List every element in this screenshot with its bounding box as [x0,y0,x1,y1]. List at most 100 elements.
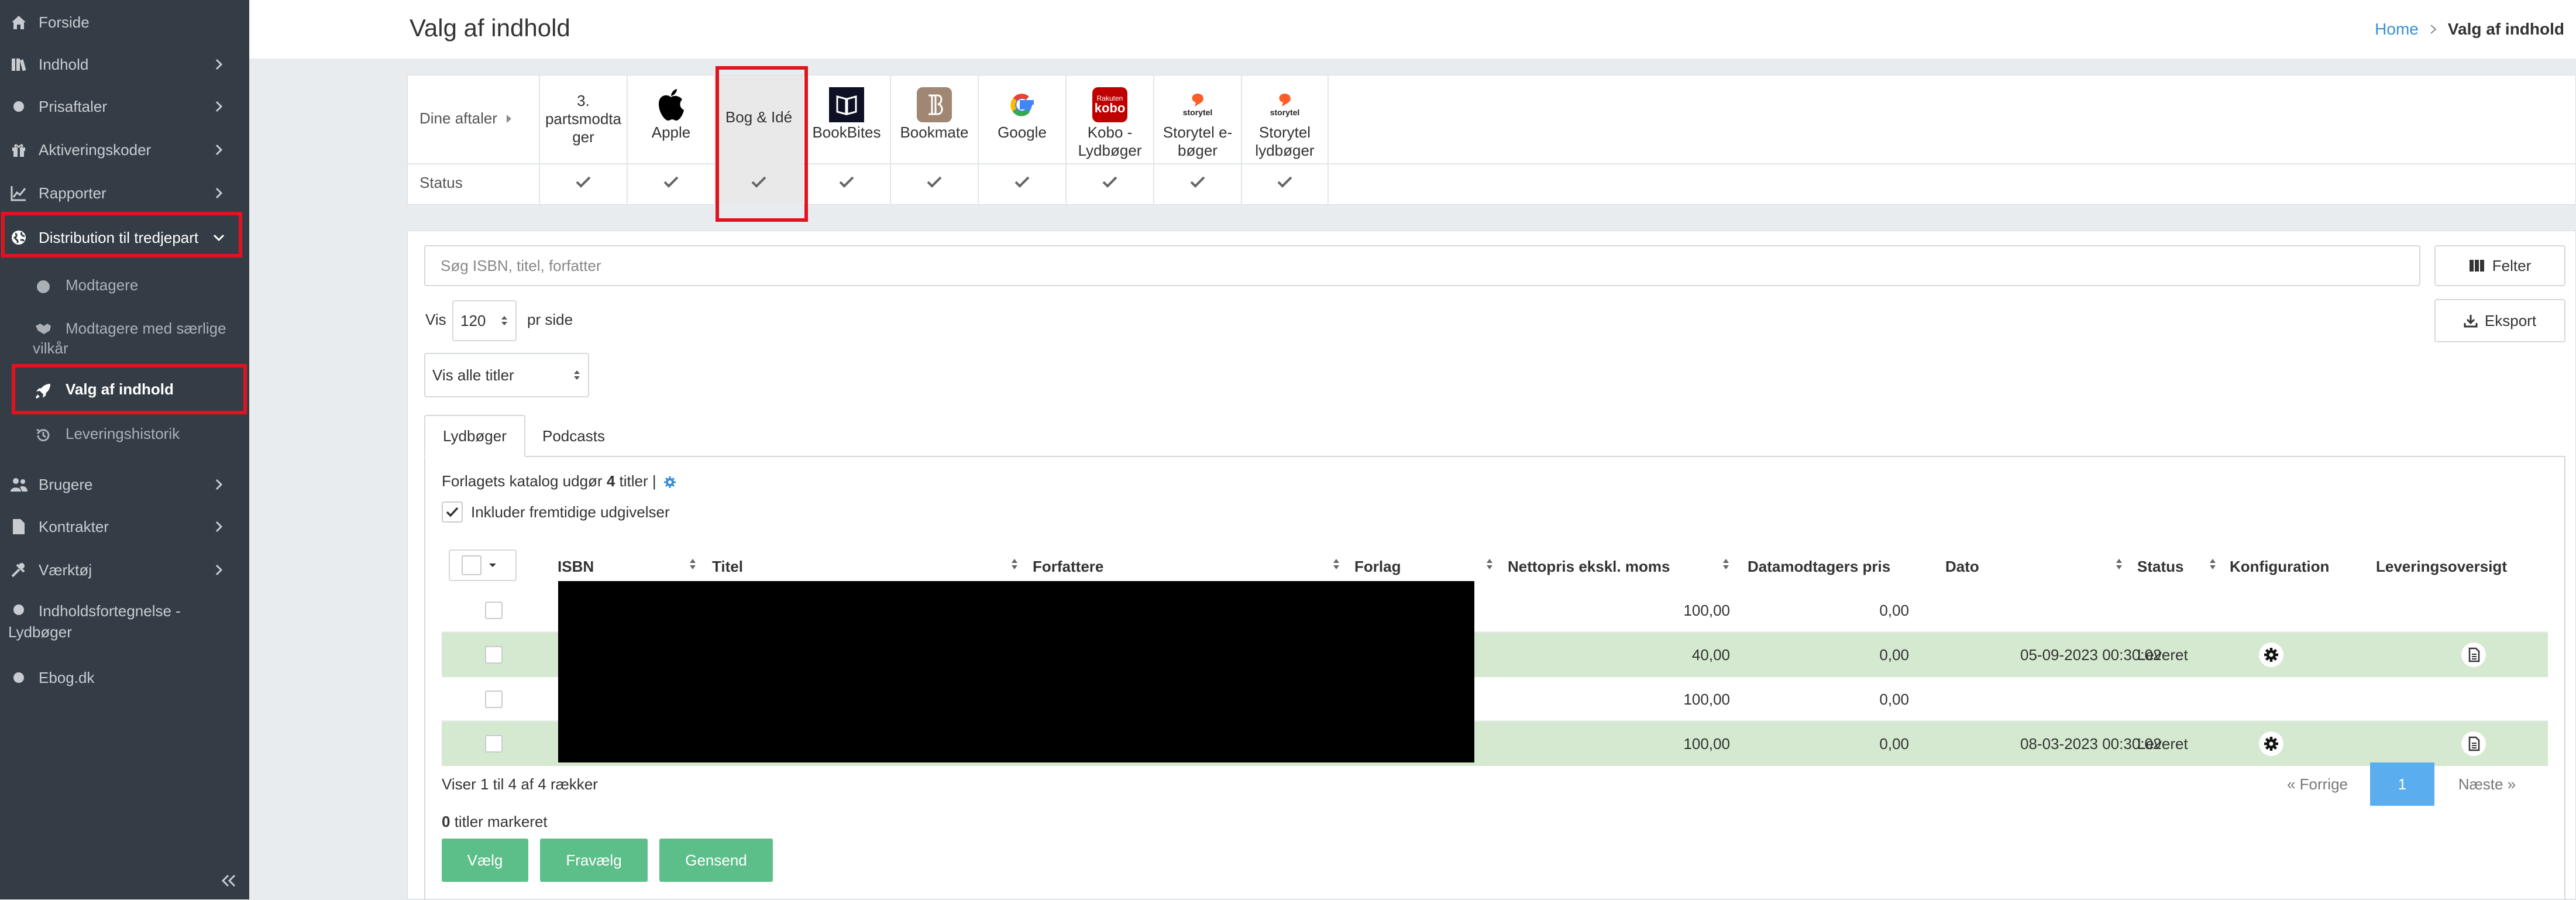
circle-icon [8,667,29,688]
felter-button[interactable]: Felter [2434,245,2565,286]
sidebar-subitem-saerlige-vilkaar[interactable]: Modtagere med særlige vilkår [0,318,249,358]
circle-icon [8,600,29,621]
sidebar-item-forside[interactable]: Forside [0,5,249,40]
col-header-nettopris[interactable]: Nettopris ekskl. moms [1508,558,1670,576]
delivery-overview-button[interactable] [2455,633,2492,677]
chevron-right-icon [215,59,223,70]
pager-page-1[interactable]: 1 [2370,762,2434,806]
include-future-checkbox[interactable]: Inkluder fremtidige udgivelser [442,501,670,523]
per-page-select[interactable]: 120 [452,300,517,341]
col-header-status[interactable]: Status [2137,558,2183,576]
marked-info: 0 titler markeret [442,813,548,831]
sidebar-item-ebog[interactable]: Ebog.dk [0,660,249,695]
col-header-dato[interactable]: Dato [1945,558,1979,576]
gear-icon [2259,643,2283,667]
catalog-prefix: Forlagets katalog udgør [442,472,603,490]
col-header-isbn[interactable]: ISBN [558,558,594,576]
vaelg-button[interactable]: Vælg [442,839,528,882]
sort-arrows-icon[interactable] [1485,557,1494,572]
partner-column-bookbites[interactable]: BookBites [802,75,890,205]
col-header-forfattere[interactable]: Forfattere [1033,558,1103,576]
sort-arrows-icon[interactable] [689,557,697,572]
gear-icon[interactable] [663,475,677,489]
check-icon [628,175,714,193]
sort-arrows-icon[interactable] [2209,557,2217,572]
sort-arrows-icon[interactable] [1010,557,1019,572]
sidebar-subitem-modtagere[interactable]: Modtagere [0,276,249,297]
sidebar-item-indholdsfortegnelse[interactable]: Indholdsfortegnelse - Lydbøger [8,600,242,643]
gensend-button[interactable]: Gensend [659,839,773,882]
sidebar-item-rapporter[interactable]: Rapporter [0,176,249,211]
partner-column-storytel-lydboger[interactable]: storytel Storytel lydbøger [1241,75,1329,205]
partner-name: 3. partsmodta ger [540,92,627,146]
highlight-box-valg-af-indhold [12,364,247,414]
title-filter-select[interactable]: Vis alle titler [424,353,589,397]
sidebar-subitem-leveringshistorik[interactable]: Leveringshistorik [0,425,249,446]
eksport-button[interactable]: Eksport [2434,299,2565,342]
sort-arrows-icon[interactable] [2115,557,2123,572]
tools-icon [8,559,29,580]
row-checkbox[interactable] [485,602,503,619]
delivery-overview-button[interactable] [2455,722,2492,766]
row-checkbox[interactable] [485,735,503,753]
sidebar-item-label: Forside [39,13,90,31]
tab-podcasts[interactable]: Podcasts [525,415,622,457]
col-header-titel[interactable]: Titel [712,558,743,576]
sidebar-item-label: Indholdsfortegnelse - [39,602,181,620]
sidebar-item-indhold[interactable]: Indhold [0,47,249,82]
sort-arrows-icon [574,370,580,380]
sidebar-item-aktiveringskoder[interactable]: Aktiveringskoder [0,132,249,167]
breadcrumb: Home Valg af indhold [2375,20,2564,39]
col-header-forlag[interactable]: Forlag [1354,558,1401,576]
document-icon [2461,731,2486,756]
fravaelg-button[interactable]: Fravælg [540,839,648,882]
eksport-button-label: Eksport [2484,311,2537,329]
cell-status: Leveret [2137,645,2188,664]
check-icon [979,175,1065,193]
sidebar-item-label-line2: Lydbøger [8,623,72,641]
partner-column-bookmate[interactable]: Bookmate [890,75,978,205]
checkbox-checked-icon[interactable] [442,501,463,523]
partner-column-google[interactable]: Google [978,75,1065,205]
tab-lydboger[interactable]: Lydbøger [424,415,525,457]
storytel-logo-text: storytel [1270,108,1300,117]
partner-name-line: Storytel e- [1163,123,1233,141]
breadcrumb-home-link[interactable]: Home [2375,20,2419,39]
sidebar-item-prisaftaler[interactable]: Prisaftaler [0,89,249,124]
sort-arrows-icon[interactable] [1332,557,1340,572]
pager-previous[interactable]: « Forrige [2271,762,2364,806]
row-checkbox[interactable] [485,691,503,708]
row-checkbox[interactable] [485,646,503,664]
partner-name-line: lydbøger [1255,142,1315,159]
collapse-sidebar-icon[interactable] [216,872,240,889]
partner-column-apple[interactable]: Apple [627,75,714,205]
partner-column-3partsmodtager[interactable]: 3. partsmodta ger [539,75,627,205]
partner-name: Storytel lydbøger [1242,123,1327,160]
partner-name: Google [998,123,1047,141]
sort-arrows-icon[interactable] [1722,557,1730,572]
partner-name-line: Storytel [1258,123,1311,141]
pager-next[interactable]: Næste » [2440,762,2534,806]
gift-icon [8,139,29,160]
storytel-logo-icon: storytel [1154,87,1241,122]
partner-name-line: Kobo - [1087,123,1133,141]
bookbites-logo-icon [803,87,890,122]
cell-nettopris: 40,00 [1691,645,1730,664]
col-header-datamodtagers-pris[interactable]: Datamodtagers pris [1748,558,1890,576]
configure-button[interactable] [2253,633,2289,677]
status-row-label: Status [419,174,463,191]
check-icon [540,175,627,193]
partner-name-line: Lydbøger [1078,142,1142,159]
select-all-checkbox[interactable] [462,555,482,575]
search-input[interactable]: Søg ISBN, titel, forfatter [424,245,2420,286]
sidebar-item-kontrakter[interactable]: Kontrakter [0,509,249,544]
sidebar-item-vaerktoej[interactable]: Værktøj [0,552,249,588]
partner-column-storytel-eboger[interactable]: storytel Storytel e- bøger [1153,75,1241,205]
kobo-logo-icon: Rakuten kobo [1067,87,1153,122]
select-all-dropdown[interactable] [449,549,517,581]
configure-button[interactable] [2253,722,2289,766]
partner-column-kobo[interactable]: Rakuten kobo Kobo - Lydbøger [1065,75,1153,205]
partner-name: Storytel e- bøger [1154,123,1241,160]
books-icon [8,54,29,75]
sidebar-item-brugere[interactable]: Brugere [0,467,249,502]
